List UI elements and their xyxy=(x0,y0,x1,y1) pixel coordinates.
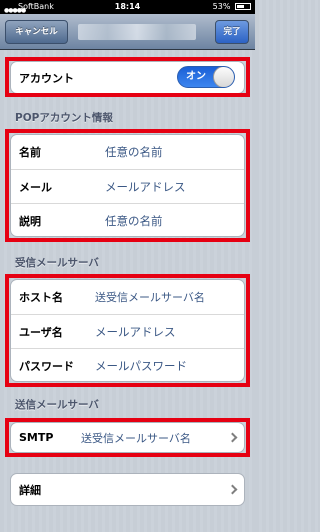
navigation-bar: キャンセル 完了 xyxy=(0,14,255,50)
incoming-section-header: 受信メールサーバ xyxy=(15,257,99,269)
highlight-box-pop xyxy=(5,129,250,242)
done-button[interactable]: 完了 xyxy=(215,20,249,44)
battery-percent: 53% xyxy=(212,2,231,11)
chevron-right-icon xyxy=(227,484,238,494)
highlight-box-smtp xyxy=(5,418,250,457)
battery-indicator: 53% xyxy=(213,0,251,14)
highlight-box-incoming xyxy=(5,274,250,387)
status-bar: SoftBank ●●●●● 18:14 53% xyxy=(0,0,255,14)
advanced-group: 詳細 xyxy=(10,473,245,506)
advanced-label: 詳細 xyxy=(19,483,41,497)
highlight-box-account xyxy=(5,57,250,97)
outgoing-section-header: 送信メールサーバ xyxy=(15,399,99,411)
battery-icon xyxy=(235,3,251,10)
pop-section-header: POPアカウント情報 xyxy=(15,112,113,124)
cancel-button[interactable]: キャンセル xyxy=(5,20,68,44)
advanced-row[interactable]: 詳細 xyxy=(11,474,244,505)
blurred-title xyxy=(78,24,196,40)
